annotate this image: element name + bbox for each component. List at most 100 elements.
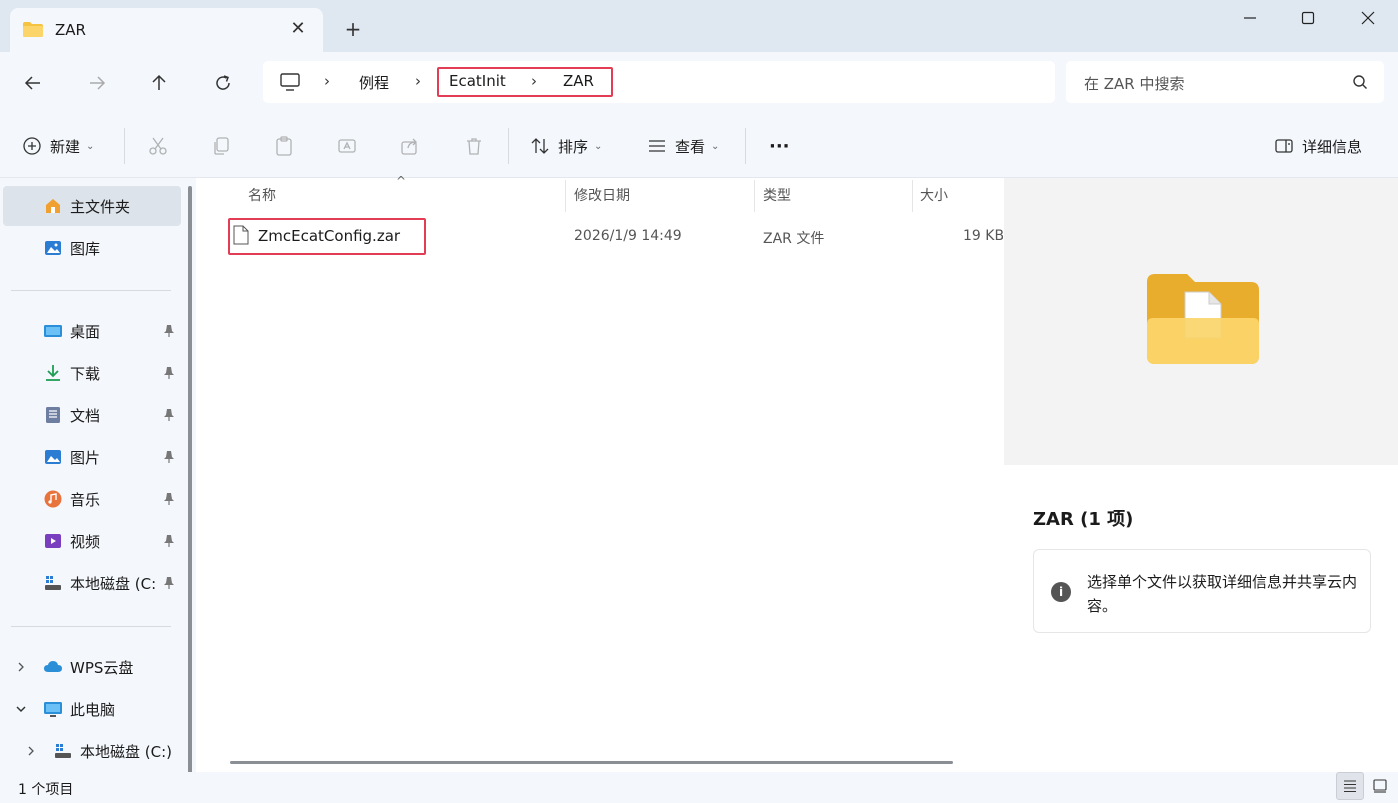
sidebar-item-pictures[interactable]: 图片 xyxy=(0,437,182,477)
sidebar-item-desktop[interactable]: 桌面 xyxy=(0,311,182,351)
sidebar-item-documents[interactable]: 文档 xyxy=(0,395,182,435)
details-button[interactable]: 详细信息 xyxy=(1274,132,1362,160)
details-pane: ZAR (1 项) i 选择单个文件以获取详细信息并共享云内容。 xyxy=(1004,178,1398,772)
divider xyxy=(11,290,171,291)
column-divider[interactable] xyxy=(912,180,913,212)
sort-button[interactable]: 排序 ⌄ xyxy=(530,132,602,160)
tab-title: ZAR xyxy=(55,21,86,39)
sidebar-item-label: 本地磁盘 (C:) xyxy=(80,742,172,761)
rename-button[interactable] xyxy=(337,132,357,160)
pin-icon xyxy=(164,409,174,421)
pin-icon xyxy=(164,535,174,547)
home-icon xyxy=(43,196,63,216)
search-input[interactable]: 在 ZAR 中搜索 xyxy=(1066,61,1384,103)
file-modified: 2026/1/9 14:49 xyxy=(574,228,682,244)
minimize-icon xyxy=(1244,17,1256,19)
breadcrumb-item[interactable]: EcatInit xyxy=(449,72,506,90)
cut-button[interactable] xyxy=(148,132,168,160)
refresh-button[interactable] xyxy=(206,66,240,100)
refresh-icon xyxy=(216,75,230,90)
address-bar[interactable]: › 例程 › EcatInit › ZAR xyxy=(263,61,1055,103)
drive-icon xyxy=(43,573,63,593)
forward-button[interactable] xyxy=(80,66,114,100)
chevron-down-icon: ⌄ xyxy=(594,140,603,152)
clipboard-icon xyxy=(276,136,292,156)
more-options-button[interactable]: ··· xyxy=(769,132,790,160)
column-header-name[interactable]: 名称 xyxy=(248,185,276,205)
status-bar: 1 个项目 xyxy=(0,772,1398,803)
file-name: ZmcEcatConfig.zar xyxy=(258,227,401,245)
computer-icon xyxy=(43,699,63,719)
divider xyxy=(11,626,171,627)
file-list: ^ 名称 修改日期 类型 大小 ZmcEcatConfig.zar 2026/1… xyxy=(206,174,1006,772)
tiles-view-icon xyxy=(1373,779,1387,793)
desktop-icon xyxy=(43,321,63,341)
tiles-view-button[interactable] xyxy=(1366,772,1394,800)
share-button[interactable] xyxy=(400,132,420,160)
navigation-pane: 主文件夹 图库 桌面 下载 文档 图片 音乐 视频 本地磁盘 (C: WPS云盘… xyxy=(0,178,196,776)
sort-label: 排序 xyxy=(558,137,589,156)
sidebar-item-label: 此电脑 xyxy=(70,700,116,719)
back-button[interactable] xyxy=(16,66,50,100)
sidebar-item-gallery[interactable]: 图库 xyxy=(0,228,182,268)
sidebar-item-label: 图库 xyxy=(70,239,101,258)
chevron-down-icon: ⌄ xyxy=(711,140,720,152)
breadcrumb-separator: › xyxy=(324,72,330,90)
details-label: 详细信息 xyxy=(1302,137,1363,156)
pin-icon xyxy=(164,451,174,463)
address-row: › 例程 › EcatInit › ZAR 在 ZAR 中搜索 xyxy=(0,52,1398,114)
sort-icon xyxy=(531,138,549,154)
tab-close-button[interactable]: ✕ xyxy=(286,17,310,41)
breadcrumb-separator: › xyxy=(415,72,421,90)
file-row[interactable]: ZmcEcatConfig.zar 2026/1/9 14:49 ZAR 文件 … xyxy=(226,218,1006,256)
sidebar-item-wps-cloud[interactable]: WPS云盘 xyxy=(0,647,182,687)
arrow-right-icon xyxy=(90,76,106,90)
breadcrumb-item[interactable]: 例程 xyxy=(359,72,389,93)
sidebar-item-downloads[interactable]: 下载 xyxy=(0,353,182,393)
details-pane-icon xyxy=(1275,139,1293,153)
chevron-right-icon xyxy=(28,746,34,756)
column-header-size[interactable]: 大小 xyxy=(920,185,948,205)
pin-icon xyxy=(164,577,174,589)
sidebar-item-label: 本地磁盘 (C: xyxy=(70,574,157,593)
details-view-button[interactable] xyxy=(1336,772,1364,800)
sidebar-item-home[interactable]: 主文件夹 xyxy=(3,186,181,226)
videos-icon xyxy=(43,531,63,551)
minimize-button[interactable] xyxy=(1220,0,1280,36)
sidebar-item-c-drive[interactable]: 本地磁盘 (C:) xyxy=(0,731,182,771)
column-divider[interactable] xyxy=(754,180,755,212)
arrow-up-icon xyxy=(152,74,166,90)
view-label: 查看 xyxy=(675,137,706,156)
sidebar-scrollbar[interactable] xyxy=(188,186,192,776)
drive-icon xyxy=(53,741,73,761)
copy-button[interactable] xyxy=(211,132,231,160)
gallery-icon xyxy=(43,238,63,258)
new-button[interactable]: 新建 ⌄ xyxy=(22,132,94,160)
maximize-button[interactable] xyxy=(1278,0,1338,36)
download-icon xyxy=(43,363,63,383)
column-header-modified[interactable]: 修改日期 xyxy=(574,185,630,205)
horizontal-scrollbar[interactable] xyxy=(230,761,953,764)
paste-button[interactable] xyxy=(274,132,294,160)
tab-zar[interactable]: ZAR ✕ xyxy=(10,8,323,52)
column-header-type[interactable]: 类型 xyxy=(763,185,791,205)
new-tab-button[interactable]: + xyxy=(341,17,365,41)
sidebar-item-local-disk[interactable]: 本地磁盘 (C: xyxy=(0,563,182,603)
item-count: 1 个项目 xyxy=(18,782,74,798)
column-divider[interactable] xyxy=(565,180,566,212)
folder-icon xyxy=(23,22,43,37)
sidebar-item-this-pc[interactable]: 此电脑 xyxy=(0,689,182,729)
computer-icon xyxy=(280,73,300,91)
sidebar-item-music[interactable]: 音乐 xyxy=(0,479,182,519)
close-window-button[interactable] xyxy=(1338,0,1398,36)
sidebar-item-videos[interactable]: 视频 xyxy=(0,521,182,561)
preview-area xyxy=(1004,178,1398,465)
details-view-icon xyxy=(1344,780,1356,793)
command-bar: 新建 ⌄ 排序 ⌄ 查看 ⌄ ··· 详细信息 xyxy=(0,114,1398,178)
delete-button[interactable] xyxy=(464,132,484,160)
breadcrumb-item[interactable]: ZAR xyxy=(563,72,594,90)
view-button[interactable]: 查看 ⌄ xyxy=(647,132,719,160)
sort-ascending-icon: ^ xyxy=(396,174,407,188)
info-text: 选择单个文件以获取详细信息并共享云内容。 xyxy=(1087,573,1358,615)
up-button[interactable] xyxy=(142,66,176,100)
